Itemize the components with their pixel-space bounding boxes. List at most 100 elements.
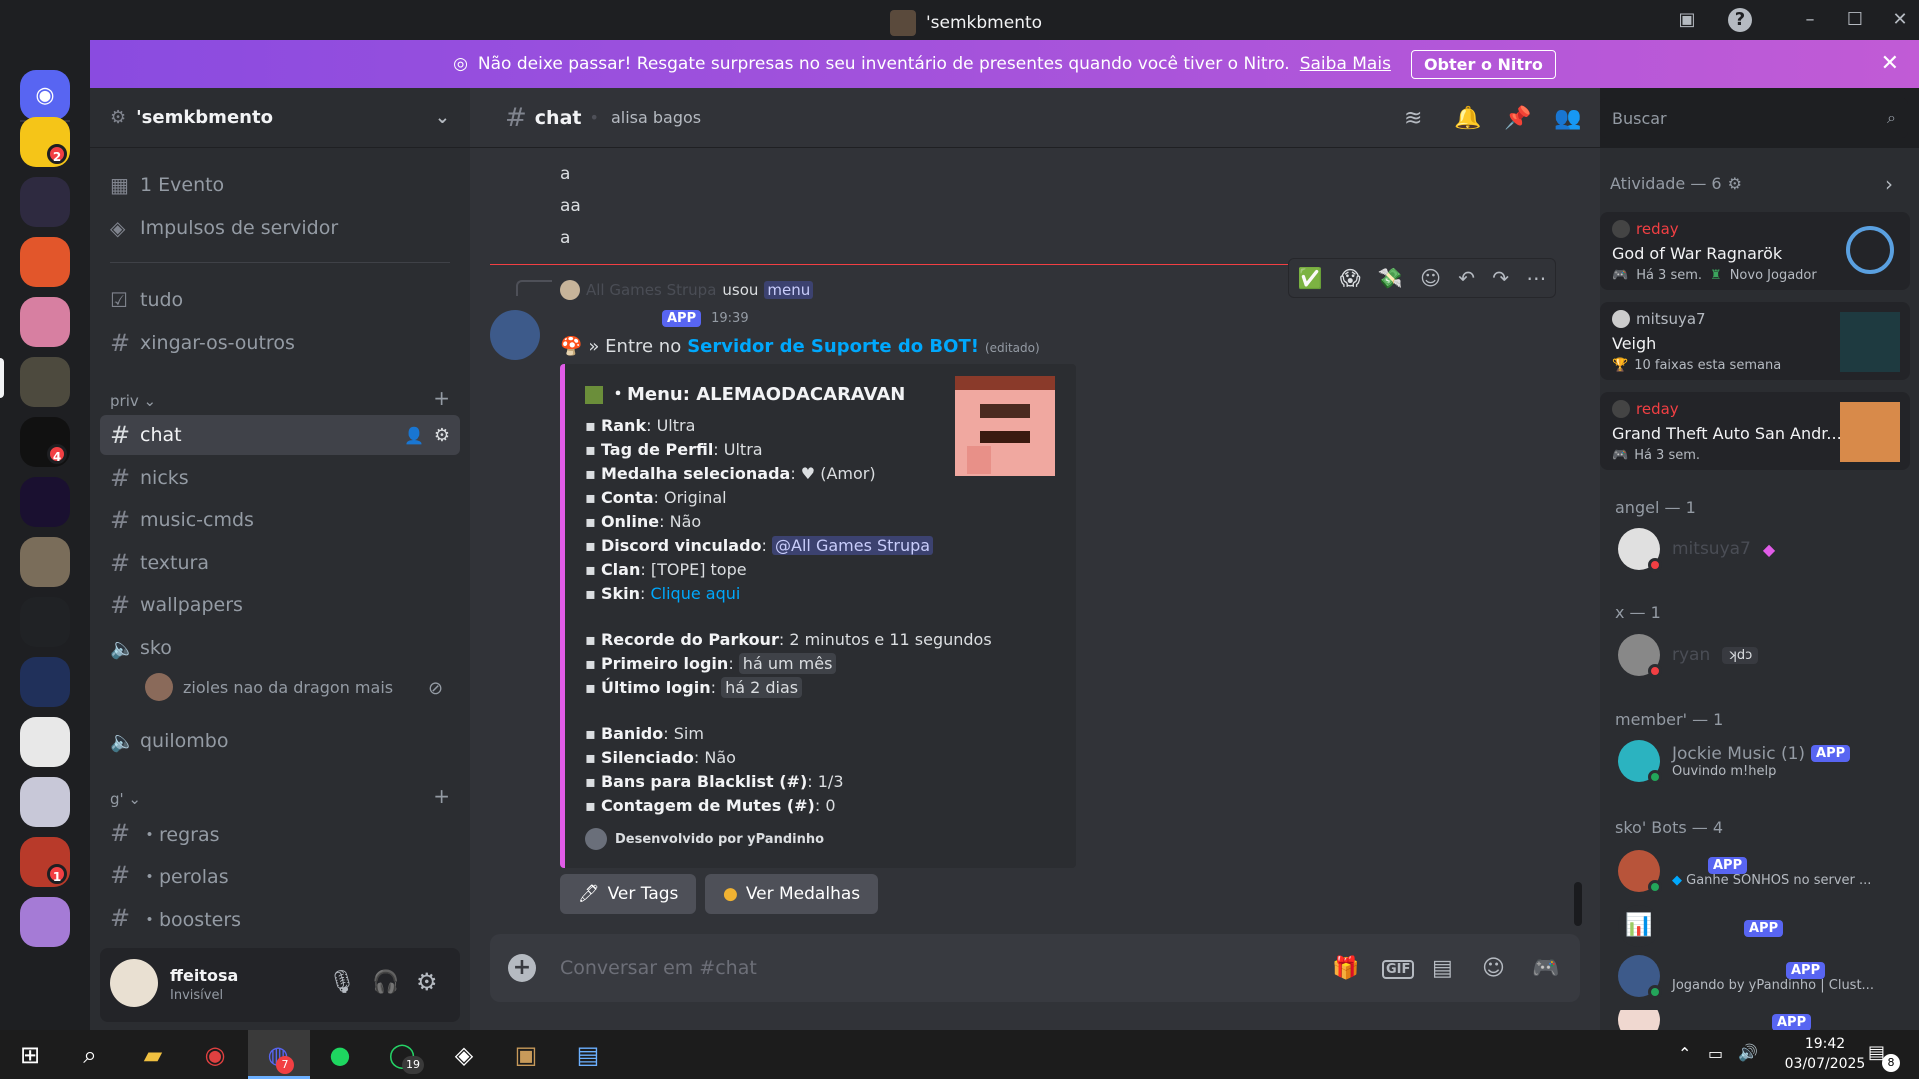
voice-channel-sko[interactable]: 🔈 sko — [100, 628, 460, 668]
message-composer[interactable]: + Conversar em #chat — [490, 934, 1580, 1002]
activity-card[interactable]: mitsuya7 Veigh 🏆 10 faixas esta semana — [1600, 302, 1910, 380]
add-attachment-icon[interactable]: + — [508, 954, 536, 982]
channel-item-boosters[interactable]: # ・boosters — [100, 898, 460, 938]
banner-link[interactable]: Saiba Mais — [1300, 54, 1391, 74]
channel-topic[interactable]: alisa bagos — [611, 108, 701, 127]
spotify-icon[interactable]: ● — [320, 1037, 360, 1073]
search-input[interactable]: Buscar ⌕ — [1600, 98, 1908, 138]
discord-home-icon[interactable]: ◉ — [20, 70, 70, 120]
minimize-icon[interactable]: – — [1798, 8, 1822, 32]
minecraft-icon[interactable]: ▣ — [506, 1037, 546, 1073]
skin-thumbnail[interactable] — [955, 376, 1055, 476]
help-icon[interactable]: ? — [1728, 8, 1752, 32]
network-icon[interactable]: ▭ — [1708, 1044, 1723, 1063]
reply-icon[interactable]: ↶ — [1458, 266, 1475, 290]
channel-item-wallpapers[interactable]: # wallpapers — [100, 585, 460, 625]
gear-icon[interactable]: ⚙ — [1728, 174, 1742, 193]
close-banner-icon[interactable]: ✕ — [1881, 51, 1899, 76]
server-icon-7[interactable] — [20, 477, 70, 527]
activity-card[interactable]: reday Grand Theft Auto San Andr... 🎮 Há 3… — [1600, 392, 1910, 470]
gear-icon[interactable]: ⚙ — [434, 425, 450, 446]
threads-icon[interactable]: ≋ — [1404, 106, 1422, 131]
windows-start-icon[interactable]: ⊞ — [10, 1037, 50, 1073]
category-g[interactable]: g' ⌄ — [110, 790, 141, 808]
close-icon[interactable]: ✕ — [1888, 8, 1912, 32]
member-item[interactable]: APP Jogando by yPandinho | Clust... — [1618, 955, 1874, 999]
check-emoji-icon[interactable]: ✅ — [1298, 266, 1323, 290]
chevron-right-icon[interactable]: › — [1885, 172, 1893, 196]
money-emoji-icon[interactable]: 💸 — [1378, 266, 1403, 290]
headphones-icon[interactable]: 🎧 — [372, 970, 399, 995]
more-icon[interactable]: ⋯ — [1526, 266, 1546, 290]
maximize-icon[interactable]: ☐ — [1843, 8, 1867, 32]
server-icon-4[interactable] — [20, 297, 70, 347]
view-tags-button[interactable]: 🖊 Ver Tags — [560, 874, 697, 914]
boosts-item[interactable]: ◈ Impulsos de servidor — [100, 208, 460, 248]
gift-icon[interactable]: 🎁 — [1332, 956, 1359, 981]
clock[interactable]: 19:42 03/07/2025 — [1775, 1034, 1875, 1074]
search-icon[interactable]: ⌕ — [70, 1037, 110, 1073]
channel-item-chat[interactable]: # chat 👤 ⚙ — [100, 415, 460, 455]
add-channel-icon[interactable]: + — [433, 784, 450, 808]
channel-item-nicks[interactable]: # nicks — [100, 458, 460, 498]
member-item[interactable]: APP — [1618, 1010, 1812, 1030]
member-item[interactable]: 📊 APP — [1618, 905, 1784, 947]
server-icon-14[interactable] — [20, 897, 70, 947]
activity-icon[interactable]: 🎮 — [1532, 956, 1559, 981]
avatar[interactable] — [110, 959, 158, 1007]
chevron-down-icon[interactable]: ⌄ — [435, 107, 450, 128]
support-server-link[interactable]: Servidor de Suporte do BOT! — [687, 336, 979, 357]
voice-channel-quilombo[interactable]: 🔈 quilombo — [100, 721, 460, 761]
members-icon[interactable]: 👥 — [1554, 106, 1581, 131]
channel-item-music-cmds[interactable]: # music-cmds — [100, 500, 460, 540]
file-explorer-icon[interactable]: ▰ — [133, 1037, 173, 1073]
server-icon-2[interactable] — [20, 177, 70, 227]
app-icon[interactable]: ▤ — [568, 1037, 608, 1073]
member-item[interactable]: APP ◆ Ganhe SONHOS no server ... — [1618, 850, 1871, 894]
bot-avatar[interactable] — [490, 310, 540, 360]
channel-item-textura[interactable]: # textura — [100, 543, 460, 583]
member-item[interactable]: ryan ʞdɔ — [1618, 634, 1759, 678]
server-icon-12[interactable] — [20, 777, 70, 827]
server-icon-11[interactable] — [20, 717, 70, 767]
chrome-icon[interactable]: ◉ — [195, 1037, 235, 1073]
channel-item-tudo[interactable]: ☑ tudo — [100, 280, 460, 320]
skin-link[interactable]: Clique aqui — [650, 584, 740, 603]
member-item[interactable]: Jockie Music (1) APP Ouvindo m!help — [1618, 740, 1851, 784]
composer-placeholder[interactable]: Conversar em #chat — [560, 957, 757, 979]
server-icon-3[interactable] — [20, 237, 70, 287]
add-channel-icon[interactable]: + — [433, 386, 450, 410]
tray-chevron-icon[interactable]: ⌃ — [1678, 1044, 1691, 1063]
gif-icon[interactable]: GIF — [1382, 960, 1415, 979]
mic-icon[interactable]: 🎙 — [328, 970, 356, 995]
inbox-icon[interactable]: ▣ — [1675, 8, 1699, 32]
events-item[interactable]: ▦ 1 Evento — [100, 165, 460, 205]
category-priv[interactable]: priv ⌄ — [110, 392, 156, 410]
view-medals-button[interactable]: ● Ver Medalhas — [705, 874, 879, 914]
steam-icon[interactable]: ◈ — [444, 1037, 484, 1073]
server-icon-9[interactable] — [20, 597, 70, 647]
emoji-icon[interactable]: ☺ — [1482, 956, 1505, 981]
command-reference[interactable]: All Games Strupa usou menu — [560, 280, 814, 300]
settings-icon[interactable]: ⚙ — [416, 968, 438, 996]
server-header[interactable]: ⚙ 'semkbmento ⌄ — [90, 88, 470, 148]
channel-item-perolas[interactable]: # ・perolas — [100, 855, 460, 895]
sticker-icon[interactable]: ▤ — [1432, 956, 1453, 981]
scrollbar-thumb[interactable] — [1574, 882, 1582, 926]
voice-user[interactable]: zioles nao da dragon mais — [145, 673, 393, 701]
member-item[interactable]: mitsuya7 ◆ — [1618, 528, 1775, 572]
server-icon-10[interactable] — [20, 657, 70, 707]
channel-item-xingar[interactable]: # xingar-os-outros — [100, 323, 460, 363]
user-mention[interactable]: @All Games Strupa — [772, 536, 934, 555]
pin-icon[interactable]: 📌 — [1504, 106, 1531, 131]
add-reaction-icon[interactable]: ☺ — [1420, 266, 1441, 290]
forward-icon[interactable]: ↷ — [1492, 266, 1509, 290]
server-icon-8[interactable] — [20, 537, 70, 587]
volume-icon[interactable]: 🔊 — [1738, 1043, 1758, 1062]
channel-item-regras[interactable]: # ・regras — [100, 813, 460, 853]
server-icon-5[interactable] — [20, 357, 70, 407]
bell-icon[interactable]: 🔔 — [1454, 106, 1481, 131]
invite-icon[interactable]: 👤 — [404, 426, 424, 445]
get-nitro-button[interactable]: Obter o Nitro — [1410, 49, 1556, 79]
scream-emoji-icon[interactable]: 😱 — [1340, 266, 1361, 290]
